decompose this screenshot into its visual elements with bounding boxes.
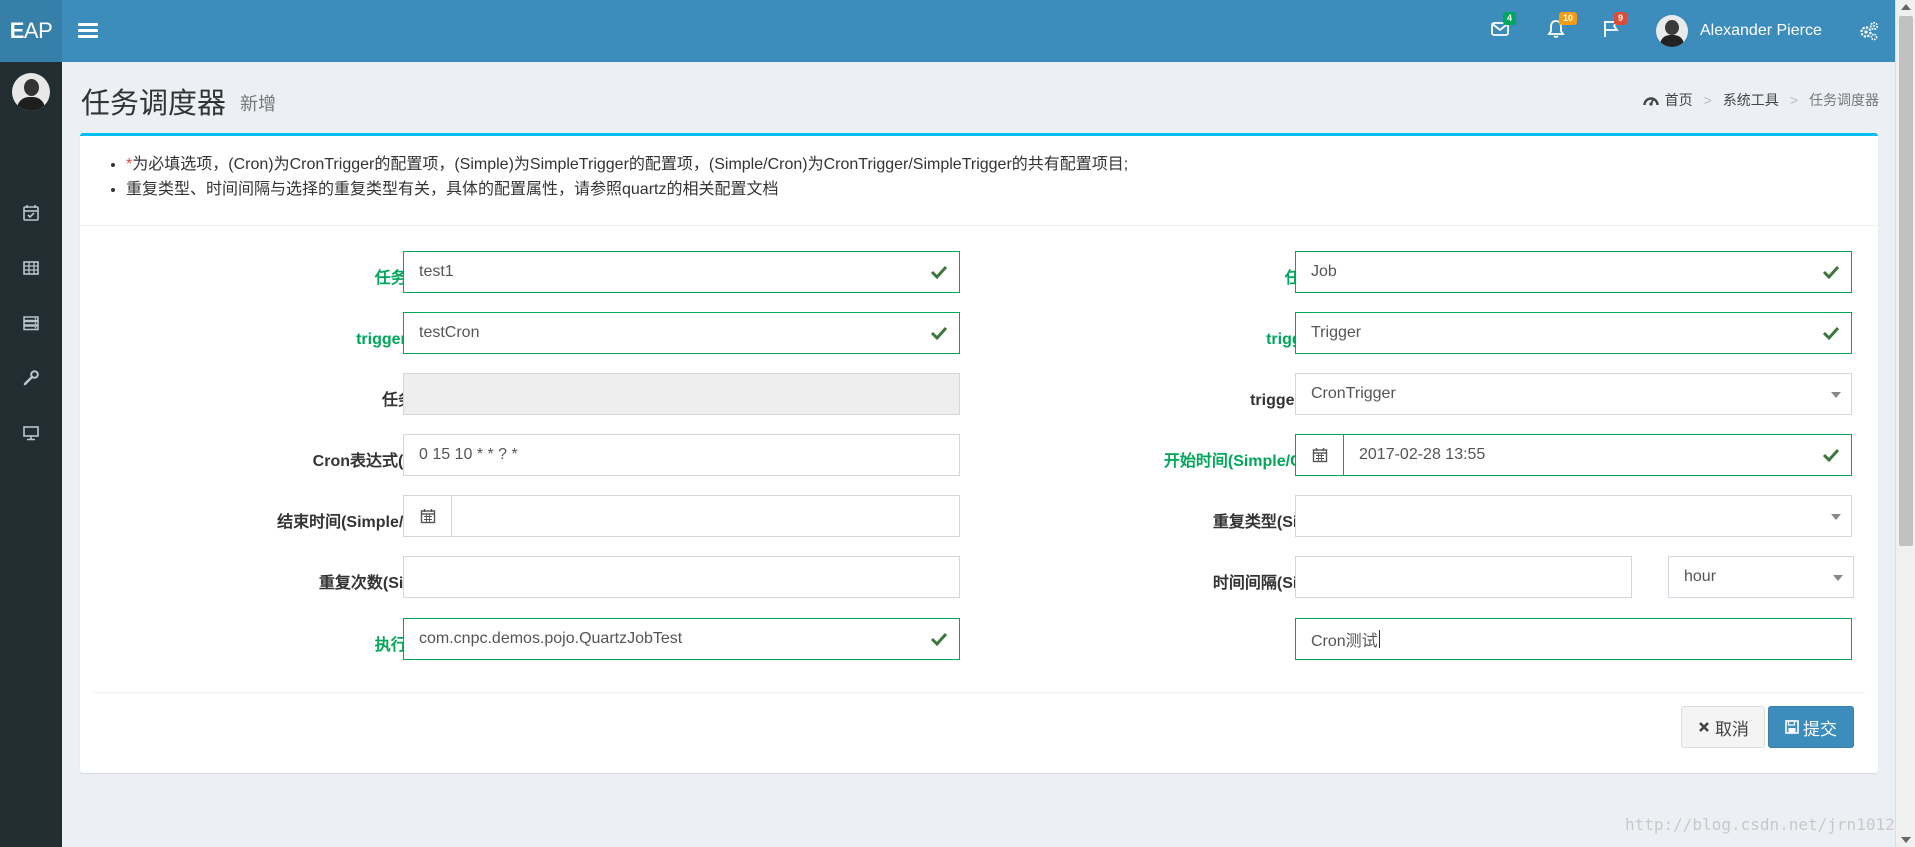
server-icon (22, 314, 40, 337)
form-divider (93, 692, 1865, 693)
breadcrumb: 首页 > 系统工具 > 任务调度器 (1642, 90, 1879, 110)
dashboard-icon (1642, 93, 1659, 107)
description-input[interactable]: Cron测试 (1295, 618, 1852, 660)
user-name: Alexander Pierce (1700, 22, 1822, 39)
top-navbar: EAP 4 10 9 Alexander Pierce (0, 0, 1895, 62)
user-menu[interactable]: Alexander Pierce (1656, 15, 1822, 47)
notifications-button[interactable]: 10 (1546, 12, 1578, 43)
messages-button[interactable]: 4 (1490, 12, 1517, 43)
breadcrumb-home[interactable]: 首页 (1665, 90, 1693, 110)
sidebar (0, 62, 62, 847)
sidebar-avatar (12, 73, 50, 111)
watermark: http://blog.csdn.net/jrn1012 (1625, 815, 1895, 834)
check-icon (929, 262, 949, 287)
start-time-input[interactable]: 2017-02-28 13:55 (1295, 434, 1852, 476)
end-time-input[interactable] (403, 495, 960, 537)
flags-button[interactable]: 9 (1601, 12, 1628, 43)
help-note-repeat: 重复类型、时间间隔与选择的重复类型有关，具体的配置属性，请参照quartz的相关… (126, 177, 1878, 202)
trigger-name-input[interactable]: testCron (403, 312, 960, 354)
flag-icon (1601, 21, 1621, 43)
chevron-down-icon (1833, 575, 1843, 581)
repeat-count-input[interactable] (403, 556, 960, 598)
notifications-count-badge: 10 (1559, 12, 1578, 25)
envelope-icon (1490, 22, 1510, 43)
check-icon (929, 629, 949, 654)
check-icon (1821, 262, 1841, 287)
check-icon (1821, 323, 1841, 348)
sidebar-item-server[interactable] (0, 305, 62, 345)
sidebar-item-schedule[interactable] (0, 195, 62, 235)
exec-class-input[interactable]: com.cnpc.demos.pojo.QuartzJobTest (403, 618, 960, 660)
cancel-button[interactable]: 取消 (1681, 706, 1765, 748)
times-icon (1697, 720, 1715, 734)
sidebar-item-monitor[interactable] (0, 415, 62, 455)
job-status-input (403, 373, 960, 415)
interval-unit-select[interactable]: hour (1668, 556, 1854, 598)
avatar (1656, 15, 1688, 47)
app-logo[interactable]: EAP (0, 0, 62, 62)
job-name-input[interactable]: test1 (403, 251, 960, 293)
check-icon (929, 323, 949, 348)
form-box: *为必填选项，(Cron)为CronTrigger的配置项，(Simple)为S… (80, 133, 1878, 773)
page-title: 任务调度器 (81, 88, 227, 120)
messages-count-badge: 4 (1503, 12, 1517, 25)
breadcrumb-current: 任务调度器 (1809, 92, 1879, 108)
chevron-down-icon (1831, 392, 1841, 398)
table-icon (22, 259, 40, 282)
repeat-type-select[interactable] (1295, 495, 1852, 537)
save-icon (1785, 720, 1803, 734)
calendar-check-icon (22, 204, 40, 227)
calendar-icon (1296, 435, 1344, 475)
interval-input[interactable] (1295, 556, 1632, 598)
trigger-type-select[interactable]: CronTrigger (1295, 373, 1852, 415)
flags-count-badge: 9 (1614, 12, 1628, 25)
help-note-required: *为必填选项，(Cron)为CronTrigger的配置项，(Simple)为S… (126, 152, 1878, 177)
chevron-down-icon (1831, 514, 1841, 520)
desktop-icon (22, 424, 40, 447)
trigger-group-input[interactable]: Trigger (1295, 312, 1852, 354)
gears-icon[interactable] (1858, 20, 1880, 47)
help-notes: *为必填选项，(Cron)为CronTrigger的配置项，(Simple)为S… (80, 136, 1878, 226)
sidebar-item-table[interactable] (0, 250, 62, 290)
bell-icon (1546, 20, 1566, 43)
sidebar-item-tools[interactable] (0, 360, 62, 400)
page-scrollbar[interactable] (1895, 0, 1915, 847)
breadcrumb-system-tools[interactable]: 系统工具 (1723, 90, 1779, 110)
page-subtitle: 新增 (240, 94, 276, 114)
check-icon (1821, 445, 1841, 470)
wrench-icon (22, 369, 40, 392)
submit-button[interactable]: 提交 (1768, 706, 1854, 748)
calendar-icon (404, 496, 452, 536)
sidebar-toggle-bars-icon[interactable] (76, 20, 100, 42)
job-group-input[interactable]: Job (1295, 251, 1852, 293)
cron-expr-input[interactable]: 0 15 10 * * ? * (403, 434, 960, 476)
